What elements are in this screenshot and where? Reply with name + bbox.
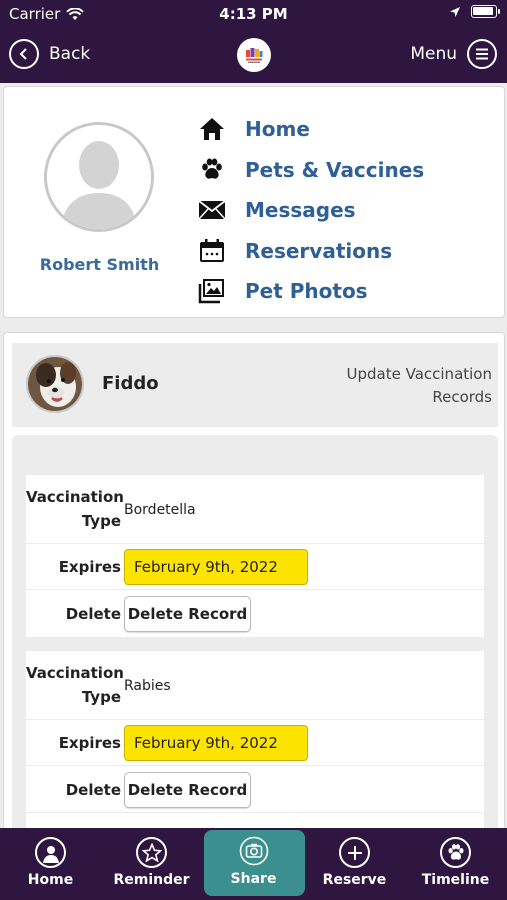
star-icon — [136, 837, 167, 868]
delete-label: Delete — [65, 781, 121, 799]
tab-label: Share — [230, 871, 277, 887]
nav-row: Back Menu — [0, 32, 507, 76]
nav-item-pets-vaccines[interactable]: Pets & Vaccines — [197, 150, 424, 191]
avatar[interactable] — [44, 122, 154, 232]
delete-record-button[interactable]: Delete Record — [124, 772, 251, 808]
user-name[interactable]: Robert Smith — [22, 255, 177, 274]
back-label: Back — [49, 44, 91, 64]
expires-date-field[interactable]: February 9th, 2022 — [124, 549, 308, 585]
tab-label: Home — [27, 872, 74, 888]
status-bar: Carrier 4:13 PM — [0, 0, 507, 28]
nav-item-label: Pet Photos — [245, 279, 368, 304]
paw-icon — [440, 837, 471, 868]
nav-item-reservations[interactable]: Reservations — [197, 231, 424, 272]
vaccination-type-label: Vaccination Type — [26, 664, 124, 706]
paw-icon — [197, 155, 227, 185]
expires-row: Expires February 9th, 2022 — [26, 720, 484, 766]
vaccination-record: Vaccination Type Rabies Expires February… — [26, 651, 484, 831]
menu-label: Menu — [410, 44, 457, 64]
envelope-icon — [197, 195, 227, 225]
delete-label: Delete — [65, 605, 121, 623]
user-icon — [35, 837, 66, 868]
nav-item-home[interactable]: Home — [197, 109, 424, 150]
user-silhouette-icon — [47, 125, 151, 229]
back-button[interactable]: Back — [9, 39, 90, 69]
profile-nav: Home Pets & Vaccines Messages Reservatio… — [197, 109, 424, 312]
vaccination-type-value: Bordetella — [124, 502, 196, 518]
expires-label: Expires — [58, 734, 121, 752]
nav-item-label: Reservations — [245, 238, 393, 263]
pet-header: Fiddo Update Vaccination Records — [12, 343, 498, 427]
vaccination-list: Vaccination Type Bordetella Expires Febr… — [12, 435, 498, 831]
profile-card: Robert Smith Home Pets & Vaccines Messag… — [3, 86, 505, 318]
status-right — [449, 5, 500, 18]
dog-photo — [28, 357, 82, 411]
vaccination-record: Vaccination Type Bordetella Expires Febr… — [26, 475, 484, 637]
delete-record-button[interactable]: Delete Record — [124, 596, 251, 632]
menu-button[interactable]: Menu — [410, 39, 497, 69]
vaccination-type-row: Vaccination Type Bordetella — [26, 475, 484, 544]
tab-bar: Home Reminder Share Reserve Timeline — [0, 828, 507, 900]
nav-item-pet-photos[interactable]: Pet Photos — [197, 271, 424, 312]
status-time: 4:13 PM — [219, 5, 288, 23]
pet-card: Fiddo Update Vaccination Records Vaccina… — [3, 332, 505, 832]
calendar-icon — [197, 236, 227, 266]
nav-item-label: Pets & Vaccines — [245, 157, 425, 182]
tab-timeline[interactable]: Timeline — [405, 828, 506, 900]
tab-reserve[interactable]: Reserve — [304, 828, 405, 900]
tab-label: Timeline — [421, 872, 490, 888]
camera-icon — [238, 835, 269, 866]
tab-label: Reminder — [113, 872, 190, 888]
vaccination-type-row: Vaccination Type Rabies — [26, 651, 484, 720]
delete-row: Delete Delete Record — [26, 766, 484, 813]
tab-share[interactable]: Share — [203, 828, 305, 900]
chevron-left-icon — [9, 39, 39, 69]
home-icon — [197, 114, 227, 144]
top-bar: Carrier 4:13 PM Back Menu — [0, 0, 507, 83]
tab-reminder[interactable]: Reminder — [101, 828, 202, 900]
expires-date-field[interactable]: February 9th, 2022 — [124, 725, 308, 761]
update-vaccination-records-link[interactable]: Update Vaccination Records — [332, 363, 492, 409]
app-logo — [237, 38, 271, 72]
vaccination-type-label: Vaccination Type — [26, 488, 124, 530]
tab-home[interactable]: Home — [0, 828, 101, 900]
vaccination-type-value: Rabies — [124, 678, 171, 694]
plus-icon — [339, 837, 370, 868]
expires-label: Expires — [58, 558, 121, 576]
nav-item-label: Messages — [245, 198, 356, 223]
delete-row: Delete Delete Record — [26, 590, 484, 637]
nav-item-messages[interactable]: Messages — [197, 190, 424, 231]
nav-item-label: Home — [245, 117, 310, 142]
hamburger-icon — [467, 39, 497, 69]
pet-avatar[interactable] — [26, 355, 84, 413]
location-arrow-icon — [450, 6, 460, 17]
tab-label: Reserve — [322, 872, 387, 888]
expires-row: Expires February 9th, 2022 — [26, 544, 484, 590]
battery-icon — [471, 5, 500, 18]
pet-name: Fiddo — [102, 373, 159, 394]
photos-icon — [197, 276, 227, 306]
